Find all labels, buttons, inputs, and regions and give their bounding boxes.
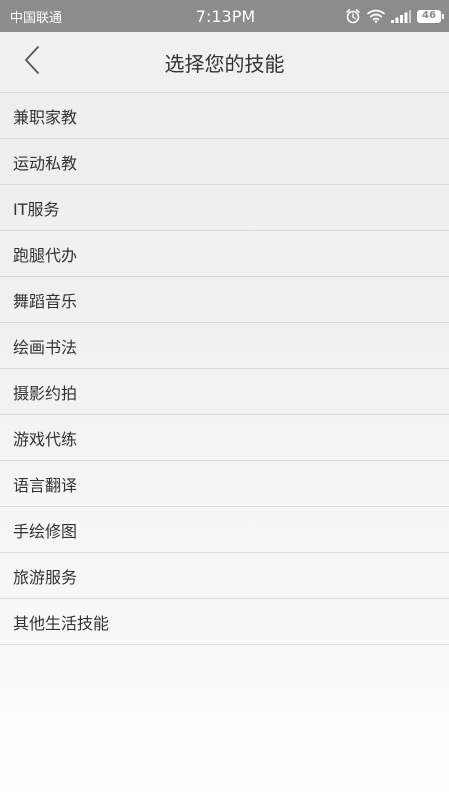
skill-item-it-service[interactable]: IT服务 [0, 185, 449, 231]
skill-item-tutoring[interactable]: 兼职家教 [0, 93, 449, 139]
status-time: 7:13PM [195, 6, 256, 26]
skill-item-other-life-skills[interactable]: 其他生活技能 [0, 599, 449, 645]
skill-item-fitness-coach[interactable]: 运动私教 [0, 139, 449, 185]
skill-list: 兼职家教 运动私教 IT服务 跑腿代办 舞蹈音乐 绘画书法 摄影约拍 游戏代练 … [0, 93, 449, 645]
wifi-icon [367, 9, 385, 23]
carrier-label: 中国联通 [10, 10, 63, 26]
skill-item-photography[interactable]: 摄影约拍 [0, 369, 449, 415]
skill-item-translation[interactable]: 语言翻译 [0, 461, 449, 507]
skill-item-errands[interactable]: 跑腿代办 [0, 231, 449, 277]
status-bar: 中国联通 7:13PM 46 [0, 0, 449, 32]
skill-item-drawing-retouch[interactable]: 手绘修图 [0, 507, 449, 553]
page-title: 选择您的技能 [164, 51, 285, 76]
header: 选择您的技能 [0, 32, 449, 93]
chevron-left-icon [23, 45, 41, 79]
signal-icon [391, 9, 411, 23]
skill-item-travel-service[interactable]: 旅游服务 [0, 553, 449, 599]
skill-item-game-boosting[interactable]: 游戏代练 [0, 415, 449, 461]
back-button[interactable] [12, 42, 52, 82]
skill-item-painting-calligraphy[interactable]: 绘画书法 [0, 323, 449, 369]
skill-item-dance-music[interactable]: 舞蹈音乐 [0, 277, 449, 323]
battery-icon: 46 [417, 9, 444, 23]
status-icons: 46 [321, 8, 444, 24]
alarm-icon [345, 8, 361, 24]
